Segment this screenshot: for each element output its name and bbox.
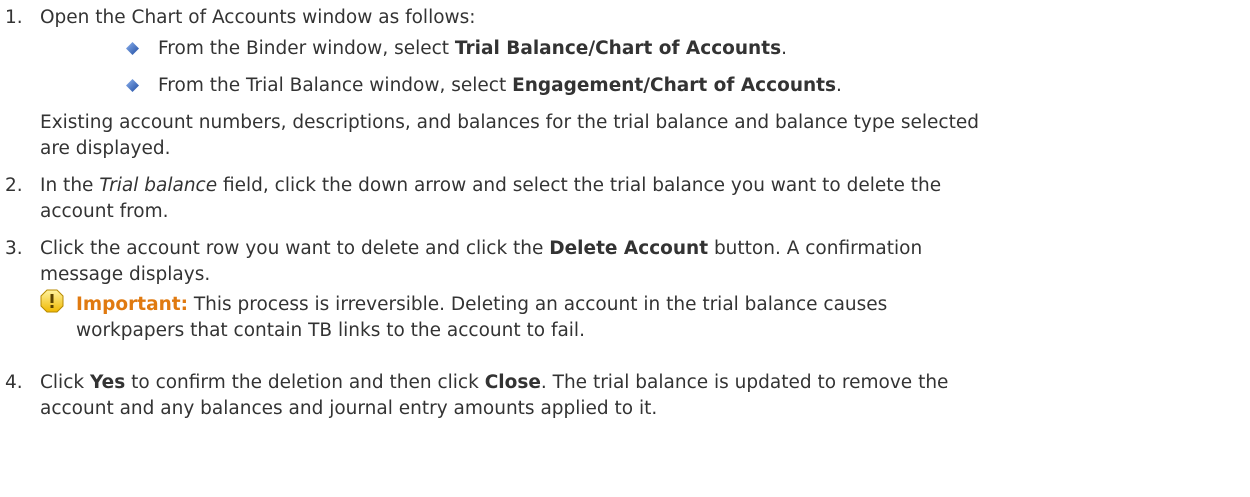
step-1-note-line-2: are displayed. — [40, 138, 171, 159]
bullet-diamond-icon — [126, 42, 139, 55]
step-1-text: Open the Chart of Accounts window as fol… — [40, 7, 476, 28]
step-1-bullet-1: From the Binder window, select Trial Bal… — [158, 38, 787, 59]
step-1-note-line-1: Existing account numbers, descriptions, … — [40, 112, 979, 133]
bullet-diamond-icon — [126, 79, 139, 92]
step-1-bullet-2: From the Trial Balance window, select En… — [158, 75, 842, 96]
step-1-number: 1. — [5, 7, 23, 28]
step-4-text: Click Yes to confirm the deletion and th… — [40, 372, 949, 393]
step-3-number: 3. — [5, 238, 23, 259]
step-2-text: In the Trial balance field, click the do… — [40, 175, 942, 196]
step-4-number: 4. — [5, 372, 23, 393]
important-note-line-2: workpapers that contain TB links to the … — [76, 320, 585, 341]
step-3-text: Click the account row you want to delete… — [40, 238, 923, 259]
step-4-text-line-2: account and any balances and journal ent… — [40, 398, 658, 419]
warning-icon — [40, 289, 64, 313]
important-note: Important: This process is irreversible.… — [76, 294, 888, 315]
step-3-text-line-2: message displays. — [40, 264, 211, 285]
step-2-number: 2. — [5, 175, 23, 196]
step-2-text-line-2: account from. — [40, 201, 169, 222]
